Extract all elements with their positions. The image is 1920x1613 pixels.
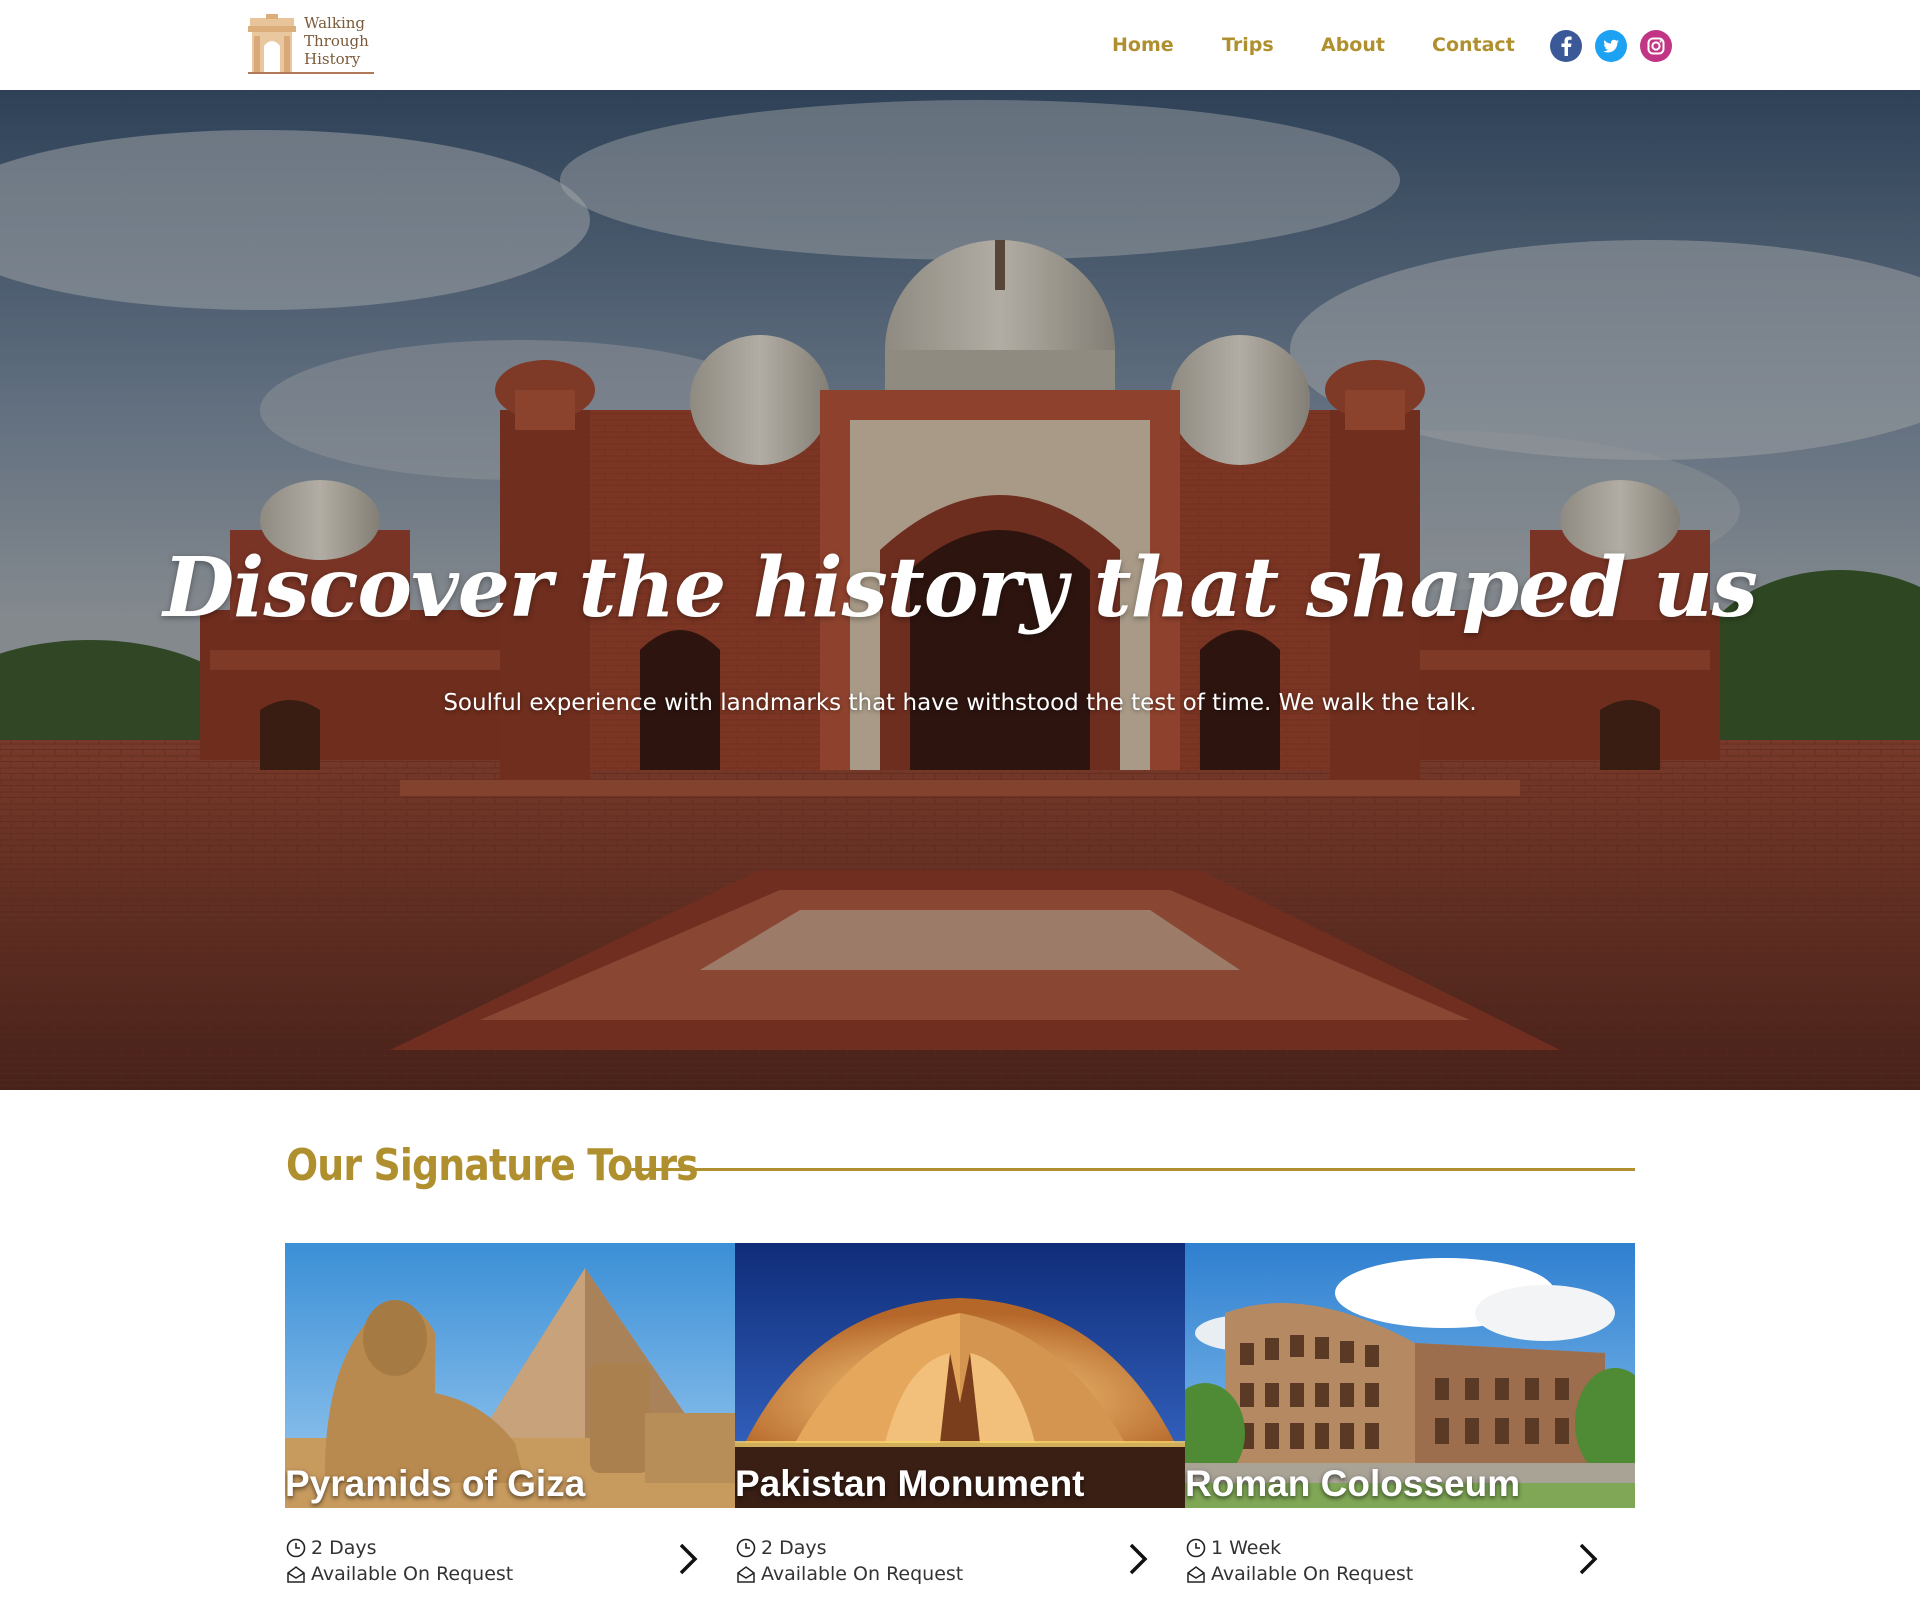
logo-line-2: Through <box>304 32 369 50</box>
tour-card-image[interactable]: Pakistan Monument <box>735 1243 1185 1508</box>
tour-availability-text: Available On Request <box>1211 1563 1414 1585</box>
mail-open-icon <box>737 1566 755 1583</box>
facebook-glyph <box>1561 36 1572 56</box>
chevron-glyph <box>1129 1543 1148 1575</box>
hero-banner: Discover the history that shaped us Soul… <box>0 90 1920 1090</box>
tour-title: Pyramids of Giza <box>285 1463 586 1504</box>
mail-open-icon <box>1187 1566 1205 1583</box>
facebook-icon[interactable] <box>1550 30 1582 62</box>
nav-contact[interactable]: Contact <box>1432 28 1515 62</box>
mail-open-icon <box>287 1566 305 1583</box>
tour-card[interactable]: Roman Colosseum 1 Week Available On Requ… <box>1185 1243 1635 1613</box>
gateway-logo-icon <box>248 14 296 72</box>
twitter-glyph <box>1603 39 1619 53</box>
chevron-right-icon[interactable] <box>673 1539 703 1579</box>
tour-availability: Available On Request <box>735 1561 1135 1587</box>
nav-trips[interactable]: Trips <box>1222 28 1274 62</box>
tour-card[interactable]: Pyramids of Giza 2 Days Available On Req… <box>285 1243 735 1613</box>
section-divider <box>626 1168 1635 1171</box>
tour-duration: 2 Days <box>735 1535 1135 1561</box>
instagram-icon[interactable] <box>1640 30 1672 62</box>
twitter-icon[interactable] <box>1595 30 1627 62</box>
tour-duration-text: 1 Week <box>1211 1537 1282 1559</box>
chevron-glyph <box>679 1543 698 1575</box>
site-logo[interactable]: Walking Through History <box>246 10 376 76</box>
tour-title: Pakistan Monument <box>735 1463 1085 1504</box>
tour-availability-text: Available On Request <box>311 1563 514 1585</box>
tour-duration: 2 Days <box>285 1535 685 1561</box>
tour-duration-text: 2 Days <box>311 1537 377 1559</box>
tour-duration: 1 Week <box>1185 1535 1585 1561</box>
tour-card-image[interactable]: Roman Colosseum <box>1185 1243 1635 1508</box>
logo-underline <box>248 72 374 74</box>
hero-subtitle: Soulful experience with landmarks that h… <box>443 690 1477 716</box>
logo-line-1: Walking <box>304 14 366 32</box>
clock-icon <box>736 1538 756 1558</box>
logo-line-3: History <box>304 50 361 68</box>
nav-about[interactable]: About <box>1321 28 1385 62</box>
chevron-glyph <box>1579 1543 1598 1575</box>
tour-duration-text: 2 Days <box>761 1537 827 1559</box>
tour-availability: Available On Request <box>1185 1561 1585 1587</box>
instagram-glyph <box>1647 37 1665 55</box>
chevron-right-icon[interactable] <box>1573 1539 1603 1579</box>
tour-availability: Available On Request <box>285 1561 685 1587</box>
hero-title: Discover the history that shaped us <box>163 540 1758 636</box>
chevron-right-icon[interactable] <box>1123 1539 1153 1579</box>
clock-icon <box>286 1538 306 1558</box>
nav-home[interactable]: Home <box>1112 28 1174 62</box>
logo-wordmark: Walking Through History <box>304 14 384 68</box>
section-title: Our Signature Tours <box>286 1140 699 1191</box>
tour-card[interactable]: Pakistan Monument 2 Days Available On Re… <box>735 1243 1185 1613</box>
tour-title: Roman Colosseum <box>1185 1463 1521 1504</box>
clock-icon <box>1186 1538 1206 1558</box>
tour-card-image[interactable]: Pyramids of Giza <box>285 1243 735 1508</box>
tour-availability-text: Available On Request <box>761 1563 964 1585</box>
site-header: Walking Through History Home Trips About… <box>0 0 1920 90</box>
